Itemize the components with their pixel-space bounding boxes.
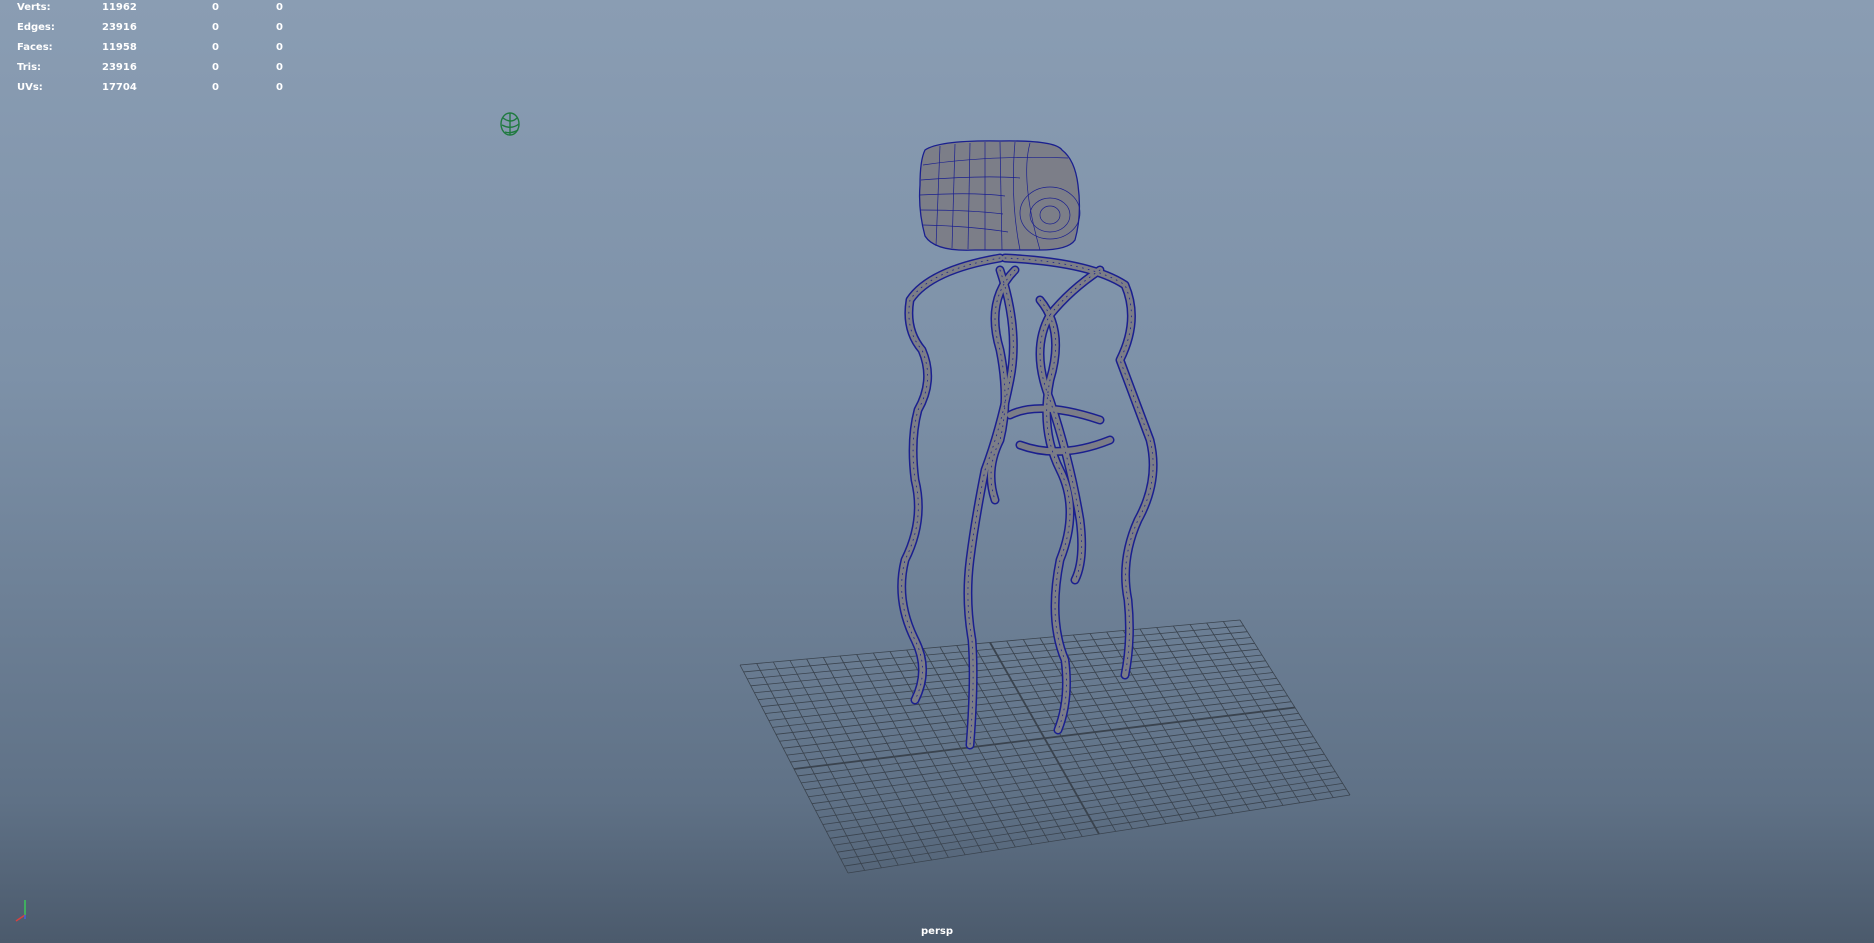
- grid-line: [819, 747, 1321, 818]
- grid-line: [840, 782, 1343, 860]
- grid-line: [822, 753, 1325, 825]
- grid-line: [1122, 630, 1234, 814]
- limb-tubes[interactable]: [902, 253, 1153, 750]
- grid-line: [1006, 640, 1117, 832]
- grid-line: [844, 788, 1347, 867]
- grid-line: [1239, 619, 1351, 796]
- grid-line: [1156, 627, 1267, 809]
- grid-line: [1089, 633, 1200, 819]
- axis-gizmo-icon: [15, 900, 26, 922]
- viewport-persp[interactable]: Verts: 11962 0 0 Edges: 23916 0 0 Faces:…: [0, 0, 1874, 943]
- character-mesh[interactable]: [902, 140, 1153, 750]
- scene-canvas[interactable]: [0, 0, 1874, 943]
- ground-grid: [739, 619, 1351, 874]
- grid-line: [1056, 636, 1167, 824]
- grid-line: [1022, 639, 1133, 829]
- grid-line: [837, 777, 1340, 853]
- grid-line: [1222, 621, 1334, 798]
- grid-line: [1189, 624, 1301, 804]
- grid-line: [811, 736, 1314, 805]
- grid-line: [815, 742, 1318, 811]
- grid-line: [1206, 622, 1317, 801]
- grid-line: [833, 771, 1336, 846]
- grid-line: [1172, 625, 1284, 806]
- camera-label: persp: [921, 926, 953, 937]
- head-mesh[interactable]: [918, 140, 1081, 251]
- light-icon[interactable]: [497, 110, 525, 140]
- grid-line: [1139, 628, 1250, 811]
